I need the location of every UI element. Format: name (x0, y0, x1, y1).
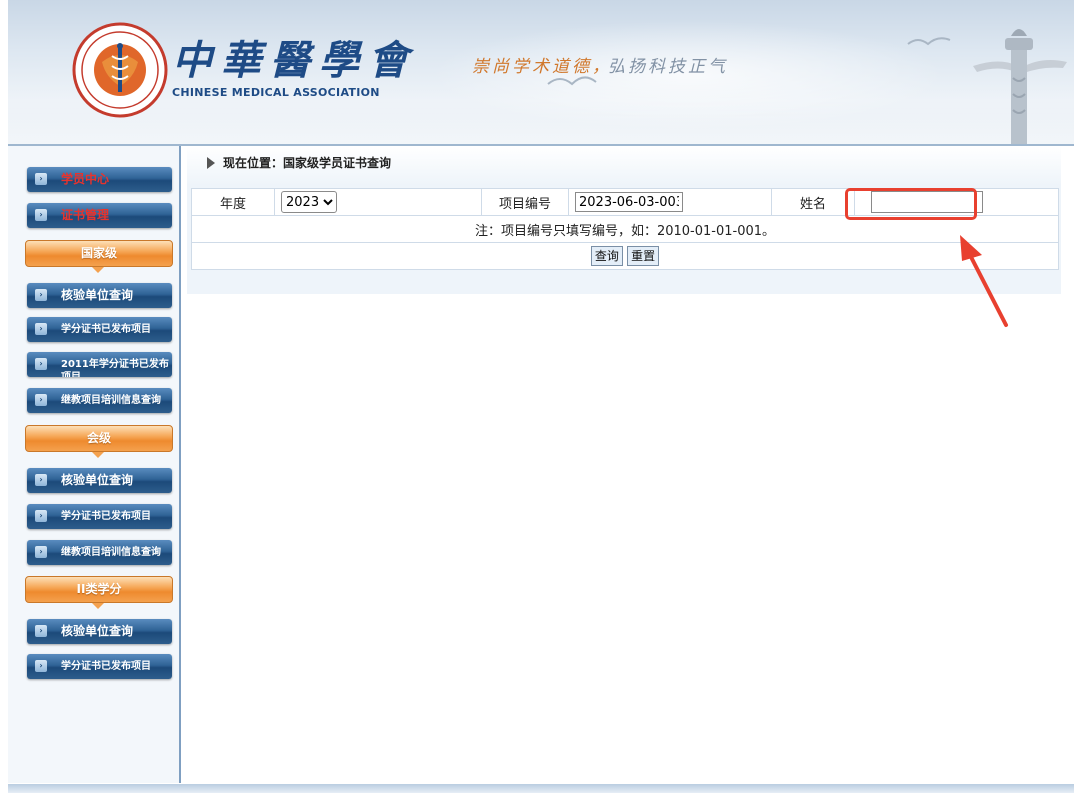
reset-button[interactable]: 重置 (627, 246, 660, 266)
sidebar-item-verify-unit-association[interactable]: › 核验单位查询 (27, 468, 172, 493)
triangle-right-icon (207, 157, 215, 169)
sidebar-category-national[interactable]: 国家级 (25, 240, 173, 273)
chevron-right-icon: › (35, 394, 47, 406)
sidebar-item-published-projects-association[interactable]: › 学分证书已发布项目 (27, 504, 172, 529)
sidebar-item-label: 2011年学分证书已发布项目 (61, 359, 169, 377)
sidebar-item-2011-published-projects[interactable]: › 2011年学分证书已发布项目 (27, 352, 172, 377)
sidebar-item-label: 核验单位查询 (61, 624, 134, 638)
cma-emblem-icon (72, 22, 168, 118)
sidebar-item-verify-unit-national[interactable]: › 核验单位查询 (27, 283, 172, 308)
sidebar-item-label: 继教项目培训信息查询 (61, 547, 161, 558)
year-cell: 2023 (274, 188, 482, 216)
breadcrumb-text: 现在位置：国家级学员证书查询 (223, 156, 392, 170)
huabiao-pillar-decoration (973, 29, 1067, 144)
chevron-right-icon: › (35, 173, 47, 185)
sidebar-item-label: 证书管理 (61, 208, 110, 222)
sidebar-item-training-info-national[interactable]: › 继教项目培训信息查询 (27, 388, 172, 413)
project-code-cell (568, 188, 772, 216)
sidebar-item-label: 学分证书已发布项目 (61, 511, 151, 522)
motto-right-text: 弘扬科技正气 (608, 57, 728, 77)
sidebar-item-verify-unit-class-two[interactable]: › 核验单位查询 (27, 619, 172, 644)
sidebar-item-label: 核验单位查询 (61, 288, 134, 302)
chevron-right-icon: › (35, 660, 47, 672)
annotation-arrow-icon (960, 235, 1008, 327)
sidebar-item-certificate-management[interactable]: › 证书管理 (27, 203, 172, 228)
chevron-right-icon: › (35, 474, 47, 486)
sidebar-item-label: 学分证书已发布项目 (61, 324, 151, 335)
motto-left-text: 崇尚学术道德， (472, 57, 612, 77)
chevron-right-icon: › (35, 546, 47, 558)
year-label: 年度 (191, 188, 275, 216)
query-button[interactable]: 查询 (590, 246, 623, 266)
sidebar-category-association[interactable]: 会级 (25, 425, 173, 458)
project-code-label: 项目编号 (481, 188, 569, 216)
sidebar-item-published-projects-national[interactable]: › 学分证书已发布项目 (27, 317, 172, 342)
footer-bar (8, 784, 1074, 793)
sidebar-category-class-two[interactable]: II类学分 (25, 576, 173, 609)
name-field-highlight (845, 188, 977, 220)
site-header: 中華醫學會 CHINESE MEDICAL ASSOCIATION 崇尚学术道德… (8, 0, 1074, 147)
chevron-right-icon: › (35, 358, 47, 370)
sidebar-item-label: 学员中心 (61, 172, 110, 186)
chevron-right-icon: › (35, 209, 47, 221)
name-label: 姓名 (771, 188, 855, 216)
sidebar: › 学员中心 › 证书管理 国家级 › 核验单位查询 › 学分证书已发布项目 ›… (8, 146, 181, 783)
sidebar-item-published-projects-class-two[interactable]: › 学分证书已发布项目 (27, 654, 172, 679)
main-content: 现在位置：国家级学员证书查询 年度 2023 项目编号 姓名 (181, 146, 1074, 783)
chevron-right-icon: › (35, 510, 47, 522)
breadcrumb: 现在位置：国家级学员证书查询 (187, 146, 1061, 186)
sidebar-item-label: 核验单位查询 (61, 473, 134, 487)
chevron-right-icon: › (35, 289, 47, 301)
sidebar-item-label: 继教项目培训信息查询 (61, 395, 161, 406)
form-actions: 查询 重置 (191, 242, 1059, 270)
sidebar-item-student-center[interactable]: › 学员中心 (27, 167, 172, 192)
project-code-input[interactable] (575, 192, 683, 212)
year-select[interactable]: 2023 (281, 191, 337, 213)
logo-english-text: CHINESE MEDICAL ASSOCIATION (172, 86, 380, 99)
chevron-right-icon: › (35, 625, 47, 637)
logo-chinese-text: 中華醫學會 (172, 37, 417, 84)
chevron-right-icon: › (35, 323, 47, 335)
sidebar-item-label: 学分证书已发布项目 (61, 661, 151, 672)
sidebar-item-training-info-association[interactable]: › 继教项目培训信息查询 (27, 540, 172, 565)
